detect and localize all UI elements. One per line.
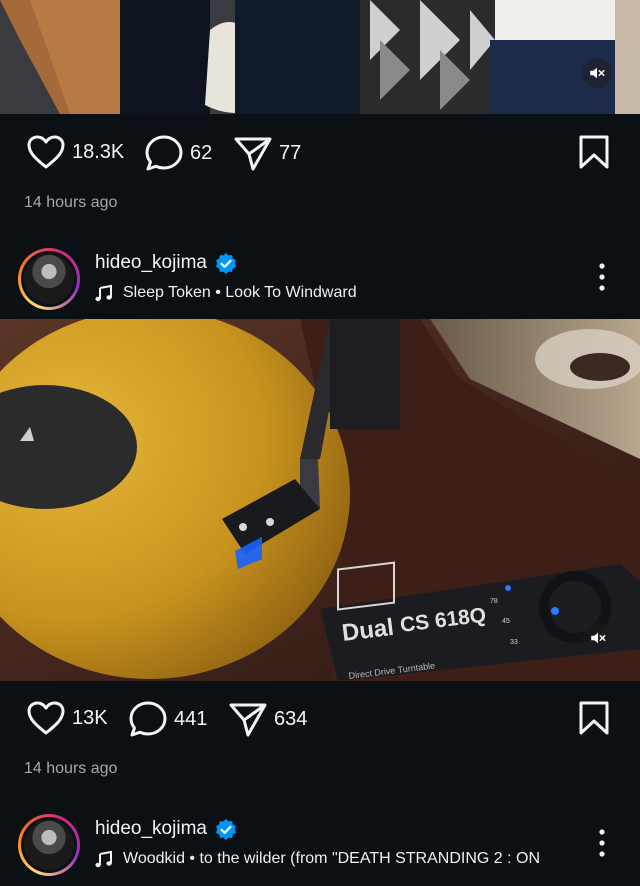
like-count: 13K (72, 706, 108, 729)
send-paper-plane-icon (234, 137, 272, 171)
avatar-story-ring[interactable] (18, 814, 80, 876)
heart-icon (27, 135, 65, 169)
post-media-photo[interactable] (0, 0, 640, 114)
more-vertical-icon (599, 263, 605, 291)
bookmark-icon (579, 135, 609, 169)
verified-badge-icon (216, 819, 236, 840)
heart-icon (27, 701, 65, 735)
post-media-photo[interactable]: Dual CS 618Q Direct Drive Turntable 78 4… (0, 319, 640, 681)
avatar (24, 820, 74, 870)
post-photo-people (0, 0, 640, 114)
speaker-muted-icon (591, 632, 606, 644)
share-count: 634 (274, 707, 308, 730)
comment-button[interactable]: 62 (144, 134, 212, 172)
share-button[interactable]: 77 (233, 134, 301, 172)
save-button[interactable] (578, 134, 610, 175)
verified-badge-icon (216, 253, 236, 274)
comment-bubble-icon (145, 135, 183, 171)
like-count: 18.3K (72, 140, 125, 163)
avatar (24, 254, 74, 304)
comment-button[interactable]: 441 (128, 700, 207, 738)
mute-toggle-button[interactable] (582, 58, 612, 88)
music-attribution[interactable]: Woodkid • to the wilder (from "DEATH STR… (95, 850, 540, 868)
post-timestamp: 14 hours ago (24, 760, 118, 777)
music-note-icon (95, 284, 112, 302)
post-actions-bar: 13K 441 634 (0, 690, 640, 746)
music-track-label: Woodkid • to the wilder (from "DEATH STR… (123, 850, 541, 867)
send-paper-plane-icon (229, 703, 267, 737)
username[interactable]: hideo_kojima (95, 818, 207, 840)
comment-bubble-icon (129, 701, 167, 737)
post-actions-bar: 18.3K 62 77 (0, 124, 640, 180)
comment-count: 62 (190, 141, 213, 164)
mute-toggle-button[interactable] (583, 623, 613, 653)
speaker-muted-icon (590, 67, 605, 79)
more-options-button[interactable] (594, 262, 610, 292)
more-options-button[interactable] (594, 828, 610, 858)
save-button[interactable] (578, 700, 610, 741)
post-header: hideo_kojima Sleep Token • Look To Windw… (0, 240, 640, 320)
share-button[interactable]: 634 (228, 700, 307, 738)
like-button[interactable]: 18.3K (26, 134, 124, 170)
music-attribution[interactable]: Sleep Token • Look To Windward (95, 284, 357, 302)
speed-33-label: 33 (510, 639, 518, 646)
share-count: 77 (279, 141, 302, 164)
post-photo-turntable: Dual CS 618Q Direct Drive Turntable 78 4… (0, 319, 640, 681)
speed-45-label: 45 (502, 618, 510, 625)
like-button[interactable]: 13K (26, 700, 108, 736)
music-note-icon (95, 850, 112, 868)
comment-count: 441 (174, 707, 208, 730)
post-header: hideo_kojima Woodkid • to the wilder (fr… (0, 806, 640, 886)
music-track-label: Sleep Token • Look To Windward (123, 284, 357, 301)
username[interactable]: hideo_kojima (95, 252, 207, 274)
bookmark-icon (579, 701, 609, 735)
speed-78-label: 78 (490, 598, 498, 605)
more-vertical-icon (599, 829, 605, 857)
post-timestamp: 14 hours ago (24, 194, 118, 211)
avatar-story-ring[interactable] (18, 248, 80, 310)
